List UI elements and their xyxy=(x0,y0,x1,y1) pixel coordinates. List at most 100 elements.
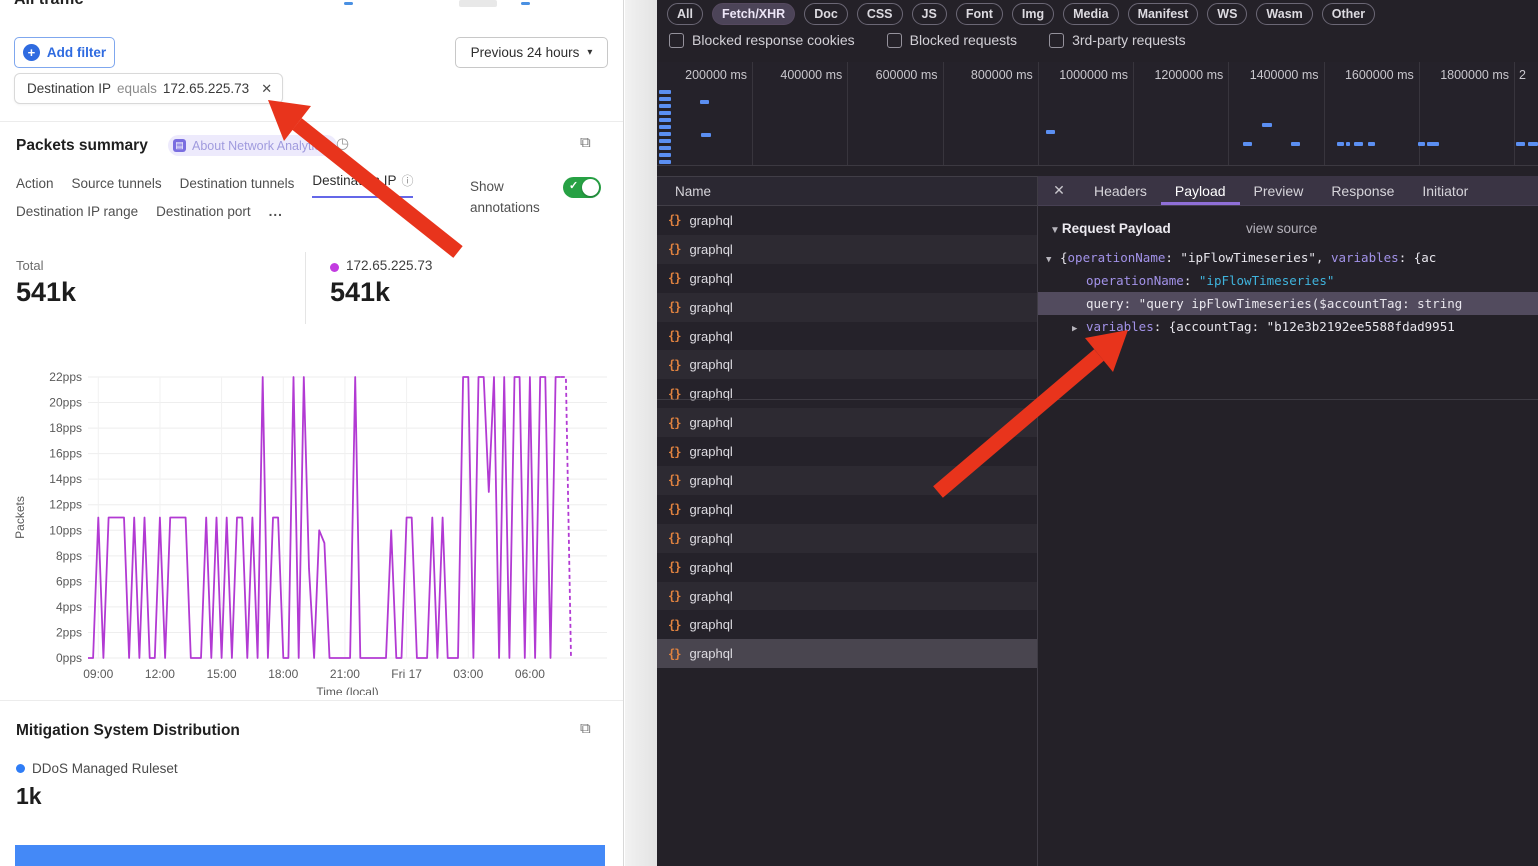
checkbox-box-icon[interactable] xyxy=(1049,33,1064,48)
network-request-mark xyxy=(1337,142,1344,146)
network-request-mark xyxy=(659,90,671,94)
disclosure-triangle-icon[interactable]: ▶ xyxy=(1072,318,1086,338)
request-row[interactable]: {}graphql xyxy=(657,379,1037,408)
network-request-mark xyxy=(1046,130,1055,134)
request-name: graphql xyxy=(689,502,732,517)
payload-line[interactable]: query: "query ipFlowTimeseries($accountT… xyxy=(1038,292,1538,315)
filter-pill-all[interactable]: All xyxy=(667,3,703,25)
tab-destination-tunnels[interactable]: Destination tunnels xyxy=(180,176,295,198)
request-row[interactable]: {}graphql xyxy=(657,582,1037,611)
network-request-mark xyxy=(659,111,671,115)
summary-tabs-row2: Destination IP range Destination port... xyxy=(16,204,283,226)
tab-destination-ip-range[interactable]: Destination IP range xyxy=(16,204,138,226)
add-filter-button[interactable]: + Add filter xyxy=(14,37,115,68)
filter-pill-font[interactable]: Font xyxy=(956,3,1003,25)
remove-filter-icon[interactable]: ✕ xyxy=(261,81,272,97)
json-braces-icon: {} xyxy=(668,213,680,227)
stat-total-value: 541k xyxy=(16,277,76,308)
name-column-header[interactable]: Name xyxy=(657,176,1037,206)
time-range-dropdown[interactable]: Previous 24 hours ▾ xyxy=(455,37,608,68)
popout-icon[interactable]: ⧉ xyxy=(580,134,591,151)
disclosure-triangle-icon[interactable]: ▼ xyxy=(1046,249,1060,269)
y-tick-label: 2pps xyxy=(56,625,82,639)
toggle-knob xyxy=(582,179,599,196)
add-filter-label: Add filter xyxy=(47,45,106,60)
filter-pill-ws[interactable]: WS xyxy=(1207,3,1247,25)
checkbox-3rd-party-requests[interactable]: 3rd-party requests xyxy=(1049,32,1186,48)
filter-pill-js[interactable]: JS xyxy=(912,3,947,25)
about-network-analytics-badge[interactable]: ▤ About Network Analytics xyxy=(168,135,337,156)
request-row[interactable]: {}graphql xyxy=(657,350,1037,379)
request-row[interactable]: {}graphql xyxy=(657,322,1037,351)
tab-source-tunnels[interactable]: Source tunnels xyxy=(72,176,162,198)
payload-line[interactable]: operationName: "ipFlowTimeseries" xyxy=(1038,269,1538,292)
request-row[interactable]: {}graphql xyxy=(657,408,1037,437)
request-row[interactable]: {}graphql xyxy=(657,206,1037,235)
tab-destination-ip[interactable]: Destination IPⓘ xyxy=(312,172,413,198)
timeseries-line xyxy=(88,377,561,658)
checkbox-blocked-requests[interactable]: Blocked requests xyxy=(887,32,1017,48)
request-row[interactable]: {}graphql xyxy=(657,437,1037,466)
badge-label: About Network Analytics xyxy=(192,139,327,153)
network-request-mark xyxy=(659,104,671,108)
timeline-label: 1000000 ms xyxy=(1039,62,1134,166)
details-tab-response[interactable]: Response xyxy=(1317,176,1408,205)
payload-token: query: "query ipFlowTimeseries($accountT… xyxy=(1086,296,1462,311)
request-row[interactable]: {}graphql xyxy=(657,639,1037,668)
tab-destination-port[interactable]: Destination port xyxy=(156,204,251,226)
filter-pill-manifest[interactable]: Manifest xyxy=(1128,3,1199,25)
network-overview-timeline[interactable]: 200000 ms400000 ms600000 ms800000 ms1000… xyxy=(657,62,1538,166)
payload-line[interactable]: ▼{operationName: "ipFlowTimeseries", var… xyxy=(1038,246,1538,269)
payload-token: : xyxy=(1184,273,1199,288)
network-request-mark xyxy=(1427,142,1439,146)
request-row[interactable]: {}graphql xyxy=(657,495,1037,524)
checkbox-box-icon[interactable] xyxy=(887,33,902,48)
filter-chip[interactable]: Destination IP equals 172.65.225.73 ✕ xyxy=(14,73,283,104)
show-annotations-toggle[interactable]: ✓ xyxy=(563,177,601,198)
request-row[interactable]: {}graphql xyxy=(657,524,1037,553)
request-row[interactable]: {}graphql xyxy=(657,264,1037,293)
request-row[interactable]: {}graphql xyxy=(657,466,1037,495)
filter-pill-img[interactable]: Img xyxy=(1012,3,1054,25)
details-tab-initiator[interactable]: Initiator xyxy=(1408,176,1482,205)
request-payload-section[interactable]: ▼Request Payload xyxy=(1050,221,1171,236)
view-source-link[interactable]: view source xyxy=(1246,221,1317,236)
network-request-mark xyxy=(701,133,711,137)
details-tab-preview[interactable]: Preview xyxy=(1240,176,1318,205)
filter-chip-field: Destination IP xyxy=(27,81,111,96)
more-tabs-button[interactable]: ... xyxy=(269,204,283,226)
network-request-mark xyxy=(1528,142,1538,146)
filter-pill-wasm[interactable]: Wasm xyxy=(1256,3,1312,25)
network-request-mark xyxy=(1262,123,1272,127)
details-tab-payload[interactable]: Payload xyxy=(1161,176,1240,205)
x-tick-label: 21:00 xyxy=(330,667,360,681)
json-braces-icon: {} xyxy=(668,329,680,343)
request-row[interactable]: {}graphql xyxy=(657,293,1037,322)
x-tick-label: 09:00 xyxy=(83,667,113,681)
filter-pill-doc[interactable]: Doc xyxy=(804,3,848,25)
request-row[interactable]: {}graphql xyxy=(657,235,1037,264)
timeline-label: 1400000 ms xyxy=(1229,62,1324,166)
json-braces-icon: {} xyxy=(668,271,680,285)
payload-line[interactable]: ▶variables: {accountTag: "b12e3b2192ee55… xyxy=(1038,315,1538,338)
network-request-mark xyxy=(1354,142,1363,146)
filter-pill-other[interactable]: Other xyxy=(1322,3,1375,25)
close-icon[interactable]: ✕ xyxy=(1038,176,1080,205)
timeline-label: 1200000 ms xyxy=(1134,62,1229,166)
tab-action[interactable]: Action xyxy=(16,176,54,198)
checkbox-label: Blocked response cookies xyxy=(692,32,855,48)
filter-pill-css[interactable]: CSS xyxy=(857,3,903,25)
network-request-mark xyxy=(1346,142,1350,146)
x-tick-label: Fri 17 xyxy=(391,667,422,681)
checkbox-box-icon[interactable] xyxy=(669,33,684,48)
popout-icon[interactable]: ⧉ xyxy=(580,720,591,737)
checkbox-blocked-response-cookies[interactable]: Blocked response cookies xyxy=(669,32,855,48)
filter-pill-fetch-xhr[interactable]: Fetch/XHR xyxy=(712,3,795,25)
request-row[interactable]: {}graphql xyxy=(657,610,1037,639)
plus-icon: + xyxy=(23,44,40,61)
request-row[interactable]: {}graphql xyxy=(657,553,1037,582)
details-tab-headers[interactable]: Headers xyxy=(1080,176,1161,205)
filter-pill-media[interactable]: Media xyxy=(1063,3,1118,25)
json-braces-icon: {} xyxy=(668,589,680,603)
filter-chip-operator: equals xyxy=(117,81,157,96)
